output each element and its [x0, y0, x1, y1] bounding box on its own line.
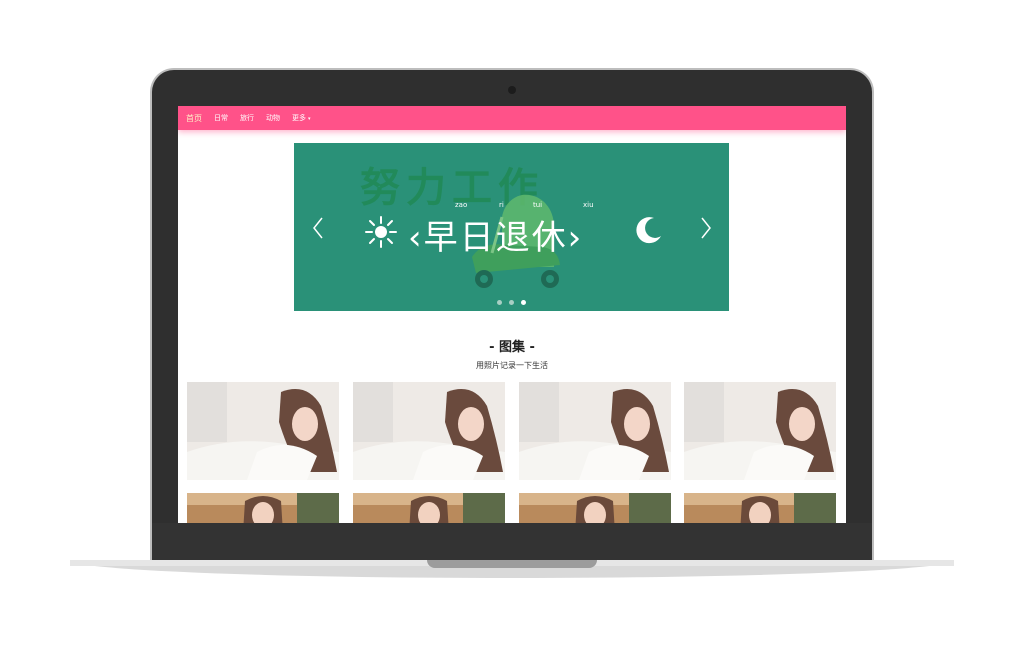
banner-main-text: ‹早日退休›	[408, 218, 584, 258]
gallery-photo[interactable]	[353, 493, 505, 523]
webcam	[508, 86, 516, 94]
moon-icon	[636, 217, 661, 244]
gallery-photo[interactable]	[187, 382, 339, 480]
carousel-prev-arrow[interactable]	[310, 215, 326, 241]
gallery-title: - 图集 -	[489, 340, 535, 355]
nav-item-more-label: 更多	[292, 114, 306, 122]
gallery-subtitle: 用照片记录一下生活	[476, 361, 548, 370]
laptop-notch	[427, 560, 597, 568]
portrait-image	[353, 493, 505, 523]
gallery-photo[interactable]	[519, 382, 671, 480]
pinyin-zao: zao	[455, 201, 468, 209]
nav-item-travel[interactable]: 旅行	[240, 113, 254, 123]
gallery-photo[interactable]	[187, 493, 339, 523]
portrait-image	[187, 493, 339, 523]
gallery-photo[interactable]	[684, 493, 836, 523]
pinyin-ri: ri	[499, 201, 504, 209]
laptop-bezel-bottom	[152, 523, 872, 562]
pinyin-xiu: xiu	[583, 201, 594, 209]
nav-item-animals[interactable]: 动物	[266, 113, 280, 123]
gallery-photo[interactable]	[519, 493, 671, 523]
laptop-screen: 首页 日常 旅行 动物 更多 ▾ 努力工作 zao ri tui xiu ‹早日…	[178, 106, 846, 523]
portrait-image	[519, 493, 671, 523]
carousel-dot-1[interactable]	[497, 300, 502, 305]
gallery-photo[interactable]	[353, 382, 505, 480]
portrait-image	[187, 382, 339, 480]
portrait-image	[684, 382, 836, 480]
navbar: 首页 日常 旅行 动物 更多 ▾	[178, 106, 846, 130]
carousel-dot-2[interactable]	[509, 300, 514, 305]
carousel-indicators	[294, 300, 729, 305]
sun-icon	[365, 216, 397, 248]
gallery-photo[interactable]	[684, 382, 836, 480]
portrait-image	[684, 493, 836, 523]
nav-item-daily[interactable]: 日常	[214, 113, 228, 123]
banner-carousel[interactable]: 努力工作 zao ri tui xiu ‹早日退休›	[294, 143, 729, 311]
nav-item-more[interactable]: 更多 ▾	[292, 113, 311, 123]
carousel-dot-3[interactable]	[521, 300, 526, 305]
nav-item-home[interactable]: 首页	[186, 113, 202, 124]
pinyin-tui: tui	[533, 201, 543, 209]
carousel-next-arrow[interactable]	[698, 215, 714, 241]
portrait-image	[353, 382, 505, 480]
chevron-down-icon: ▾	[308, 116, 311, 122]
portrait-image	[519, 382, 671, 480]
